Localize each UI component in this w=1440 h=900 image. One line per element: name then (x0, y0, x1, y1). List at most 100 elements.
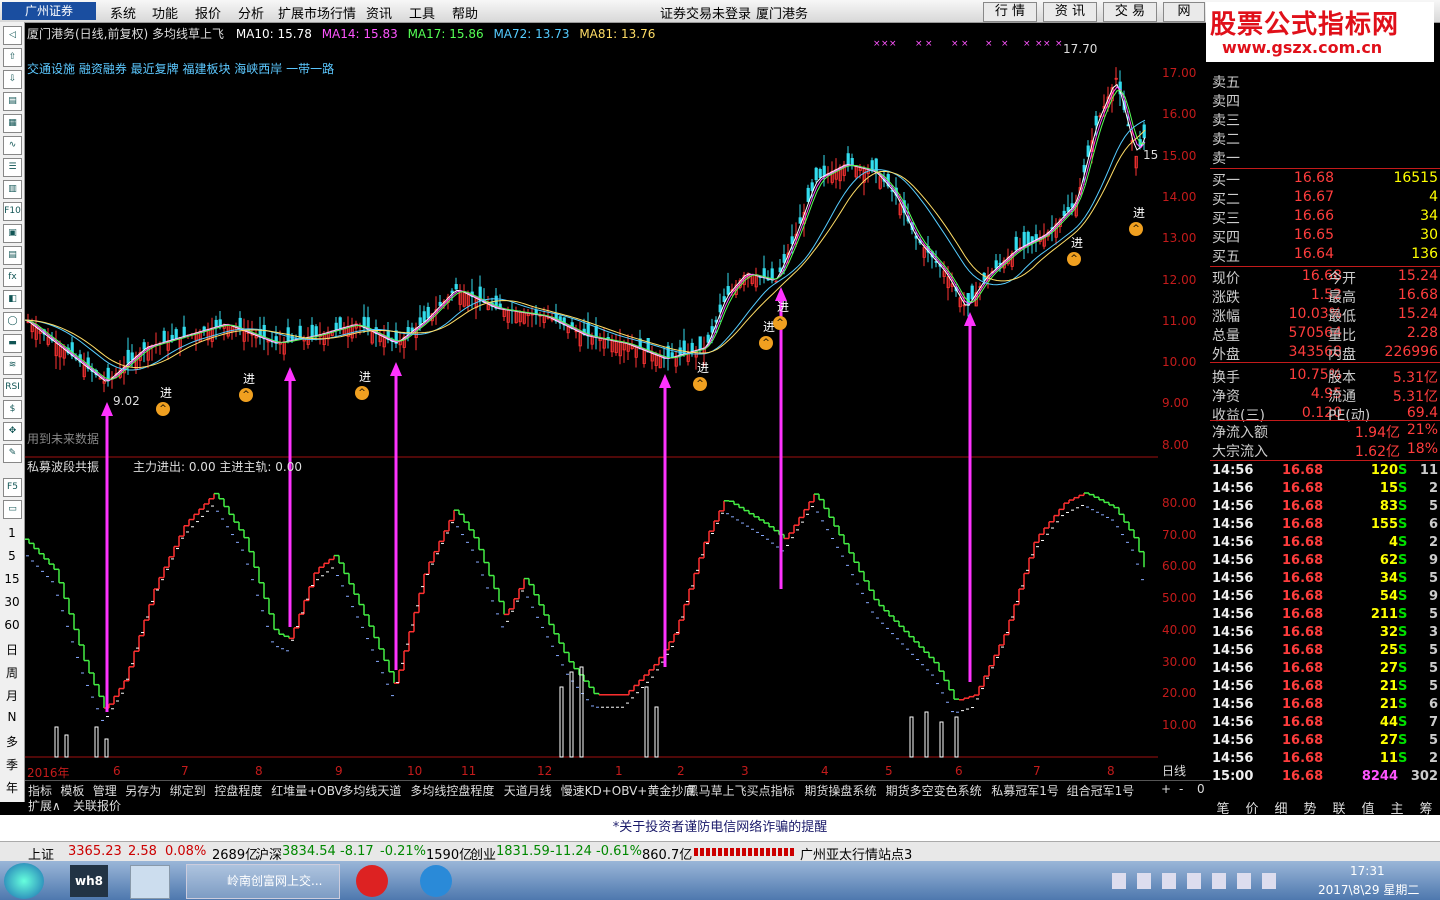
up-arrow-icon[interactable]: ⇧ (3, 48, 22, 67)
money-icon[interactable]: $ (3, 400, 22, 419)
period-30min[interactable]: 30 (2, 595, 22, 609)
tick-row[interactable]: 14:56 16.68 83 S 5 (1210, 499, 1440, 517)
bid-level: 买四 (1212, 230, 1240, 246)
bid-row[interactable]: 买二 16.67 4 (1210, 189, 1440, 208)
tab-market[interactable]: 行 情 (983, 2, 1037, 22)
f5-icon[interactable]: F5 (3, 478, 22, 497)
period-multi[interactable]: 多 (2, 733, 22, 750)
menu-news[interactable]: 资讯 (366, 3, 392, 22)
tab-related-quote[interactable]: 关联报价 (73, 797, 121, 814)
tick-row[interactable]: 14:56 16.68 155 S 6 (1210, 517, 1440, 535)
red-app-icon[interactable] (356, 865, 388, 897)
clock-date[interactable]: 2017\8\29 星期二 (1318, 881, 1419, 898)
tick-row[interactable]: 14:56 16.68 21 S 6 (1210, 697, 1440, 715)
trade-login-status[interactable]: 证券交易未登录 (660, 3, 751, 22)
line-chart-icon[interactable]: ∿ (3, 136, 22, 155)
table-icon[interactable]: ▥ (3, 180, 22, 199)
menu-analysis[interactable]: 分析 (238, 3, 264, 22)
tick-row[interactable]: 15:00 16.68 8244 302 (1210, 769, 1440, 787)
down-arrow-icon[interactable]: ⇩ (3, 70, 22, 89)
tick-row[interactable]: 14:56 16.68 120 S 11 (1210, 463, 1440, 481)
ask-row[interactable]: 卖五 (1210, 72, 1440, 91)
menu-system[interactable]: 系统 (110, 3, 136, 22)
picture-icon[interactable]: ▣ (3, 224, 22, 243)
wh8-app-icon[interactable]: wh8 (70, 865, 108, 897)
fundamental-icon[interactable]: F10 (3, 202, 22, 221)
period-5min[interactable]: 5 (2, 549, 22, 563)
tick-row[interactable]: 14:56 16.68 34 S 5 (1210, 571, 1440, 589)
report-icon[interactable]: ▤ (3, 92, 22, 111)
price-tick: 16.00 (1162, 107, 1197, 122)
menu-tools[interactable]: 工具 (409, 3, 435, 22)
candle-body (182, 326, 186, 337)
bid-row[interactable]: 买四 16.65 30 (1210, 227, 1440, 246)
wave-icon[interactable]: ≋ (3, 356, 22, 375)
system-tray-icons[interactable] (1112, 873, 1287, 889)
ask-row[interactable]: 卖四 (1210, 91, 1440, 110)
trading-window-button[interactable]: 岭南创富网上交... (186, 864, 340, 899)
tick-row[interactable]: 14:56 16.68 21 S 5 (1210, 679, 1440, 697)
tick-row[interactable]: 14:56 16.68 15 S 2 (1210, 481, 1440, 499)
ask-level: 卖二 (1212, 132, 1240, 148)
period-quarter[interactable]: 季 (2, 756, 22, 773)
compare-icon[interactable]: ◧ (3, 290, 22, 309)
circle-icon[interactable]: ◯ (3, 312, 22, 331)
period-label[interactable]: 日线 (1162, 762, 1186, 779)
tick-row[interactable]: 14:56 16.68 44 S 7 (1210, 715, 1440, 733)
formula-icon[interactable]: fx (3, 268, 22, 287)
tick-row[interactable]: 14:56 16.68 32 S 3 (1210, 625, 1440, 643)
calculator-icon[interactable] (130, 865, 170, 899)
zoom-control[interactable]: 0 (1197, 782, 1205, 796)
bid-row[interactable]: 买五 16.64 136 (1210, 246, 1440, 265)
period-year[interactable]: 年 (2, 779, 22, 796)
back-icon[interactable]: ◁ (3, 26, 22, 45)
tick-row[interactable]: 14:56 16.68 62 S 9 (1210, 553, 1440, 571)
period-week[interactable]: 周 (2, 664, 22, 681)
pencil-icon[interactable]: ✎ (3, 444, 22, 463)
start-button-icon[interactable] (4, 863, 44, 899)
sector-tags[interactable]: 交通设施 融资融券 最近复牌 福建板块 海峡西岸 一带一路 (27, 60, 334, 77)
window-icon[interactable]: ▭ (3, 500, 22, 519)
tick-row[interactable]: 14:56 16.68 4 S 2 (1210, 535, 1440, 553)
period-60min[interactable]: 60 (2, 618, 22, 632)
period-1min[interactable]: 1 (2, 526, 22, 540)
ask-row[interactable]: 卖三 (1210, 110, 1440, 129)
tick-row[interactable]: 14:56 16.68 25 S 5 (1210, 643, 1440, 661)
tab-web[interactable]: 网 (1163, 2, 1205, 22)
tick-row[interactable]: 14:56 16.68 27 S 5 (1210, 661, 1440, 679)
tab-trade[interactable]: 交 易 (1103, 2, 1157, 22)
period-month[interactable]: 月 (2, 687, 22, 704)
sheet-icon[interactable]: ▤ (3, 246, 22, 265)
tick-volume: 155 (1370, 517, 1398, 532)
menu-help[interactable]: 帮助 (452, 3, 478, 22)
move-icon[interactable]: ✥ (3, 422, 22, 441)
chart-area[interactable]: × × × × × × × × × × × × × 厦门港务(日线,前复权) 多均线草上飞 MA10: … (25, 22, 1158, 780)
ask-row[interactable]: 卖二 (1210, 129, 1440, 148)
tick-row[interactable]: 14:56 16.68 211 S 5 (1210, 607, 1440, 625)
tab-extend[interactable]: 扩展∧ (28, 797, 61, 814)
menu-extended-market[interactable]: 扩展市场行情 (278, 3, 356, 22)
bid-row[interactable]: 买一 16.68 16515 (1210, 170, 1440, 189)
list-icon[interactable]: ☰ (3, 158, 22, 177)
ask-row[interactable]: 卖一 (1210, 148, 1440, 167)
tick-row[interactable]: 14:56 16.68 11 S 2 (1210, 751, 1440, 769)
kline-chart[interactable]: × × × × × × × × × × × × × (25, 22, 1158, 780)
clock-time[interactable]: 17:31 (1350, 864, 1385, 878)
grid-icon[interactable]: ▦ (3, 114, 22, 133)
period-n[interactable]: N (2, 710, 22, 724)
fraud-notice[interactable]: *关于投资者谨防电信网络诈骗的提醒 (0, 815, 1440, 841)
zoom-control[interactable]: - (1179, 782, 1183, 796)
ie-browser-icon[interactable] (420, 865, 452, 897)
tick-row[interactable]: 14:56 16.68 27 S 5 (1210, 733, 1440, 751)
bar-icon[interactable]: ▬ (3, 334, 22, 353)
bid-row[interactable]: 买三 16.66 34 (1210, 208, 1440, 227)
rsi-icon[interactable]: RSI (3, 378, 22, 397)
top-marker: × (961, 39, 969, 49)
menu-quote[interactable]: 报价 (195, 3, 221, 22)
tab-info[interactable]: 资 讯 (1043, 2, 1097, 22)
menu-function[interactable]: 功能 (152, 3, 178, 22)
period-15min[interactable]: 15 (2, 572, 22, 586)
zoom-control[interactable]: + (1161, 782, 1171, 796)
period-day[interactable]: 日 (2, 641, 22, 658)
tick-row[interactable]: 14:56 16.68 54 S 9 (1210, 589, 1440, 607)
